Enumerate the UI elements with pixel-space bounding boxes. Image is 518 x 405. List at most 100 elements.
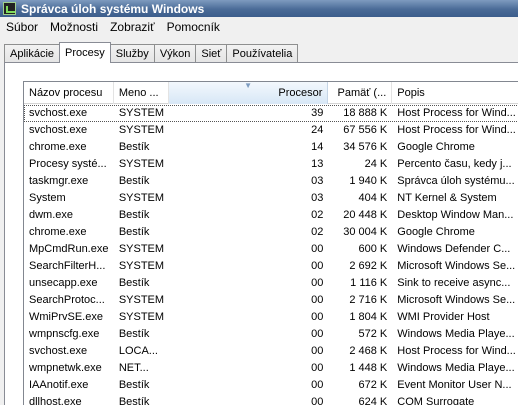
- process-name-cell: IAAnotif.exe: [29, 379, 89, 391]
- process-user-cell: SYSTEM: [118, 124, 165, 136]
- tab-users[interactable]: Používatelia: [226, 44, 299, 63]
- process-cpu-cell: 24: [311, 124, 324, 136]
- process-cpu-cell: 00: [311, 379, 324, 391]
- process-memory-cell: 1 448 K: [349, 362, 388, 374]
- process-name-cell: dwm.exe: [29, 209, 74, 221]
- process-row[interactable]: svchost.exe LOCA... 00 2 468 K Host Process …: [24, 343, 518, 360]
- process-description-cell: Event Monitor User N...: [397, 379, 512, 391]
- process-user-cell: LOCA...: [118, 345, 158, 357]
- process-name-cell: SearchFilterH...: [29, 260, 106, 272]
- process-memory-cell: 67 556 K: [343, 124, 388, 136]
- process-name-cell: MpCmdRun.exe: [29, 243, 109, 255]
- process-user-cell: Bestík: [118, 328, 150, 340]
- process-row[interactable]: dwm.exe Bestík 02 20 448 K Desktop Window Ma…: [24, 207, 518, 224]
- tab-strip: Aplikácie Procesy Služby Výkon Sieť Použ…: [4, 42, 514, 63]
- process-row[interactable]: wmpnscfg.exe Bestík 00 572 K Windows Media P…: [24, 326, 518, 343]
- menu-help[interactable]: Pomocník: [161, 17, 226, 37]
- process-name-cell: Procesy systé...: [29, 158, 107, 170]
- tab-performance[interactable]: Výkon: [153, 44, 197, 63]
- process-row[interactable]: IAAnotif.exe Bestík 00 672 K Event Monitor U…: [24, 377, 518, 394]
- process-row[interactable]: SearchProtoc... SYSTEM 00 2 716 K Microsoft …: [24, 292, 518, 309]
- process-memory-cell: 24 K: [364, 158, 388, 170]
- process-description-cell: Desktop Window Man...: [397, 209, 514, 221]
- process-row[interactable]: SearchFilterH... SYSTEM 00 2 692 K Microsoft…: [24, 258, 518, 275]
- process-description-cell: NT Kernel & System: [397, 192, 497, 204]
- process-name-cell: SearchProtoc...: [29, 294, 105, 306]
- window-title: Správca úloh systému Windows: [21, 1, 205, 16]
- process-description-cell: Sink to receive async...: [397, 277, 511, 289]
- column-header-user[interactable]: Meno ...: [114, 82, 169, 104]
- process-cpu-cell: 14: [311, 141, 324, 153]
- menu-bar: Súbor Možnosti Zobraziť Pomocník: [0, 17, 518, 37]
- process-name-cell: svchost.exe: [29, 124, 88, 136]
- column-header-description[interactable]: Popis: [392, 82, 518, 104]
- sort-descending-icon: ▼: [244, 82, 253, 90]
- process-description-cell: Host Process for Wind...: [397, 124, 516, 136]
- process-cpu-cell: 00: [311, 328, 324, 340]
- process-row[interactable]: chrome.exe Bestík 02 30 004 K Google Chrome: [24, 224, 518, 241]
- menu-options[interactable]: Možnosti: [44, 17, 104, 37]
- process-row[interactable]: dllhost.exe Bestík 00 624 K COM Surrogate: [24, 394, 518, 405]
- process-rows: svchost.exe SYSTEM 39 18 888 K Host Process …: [24, 105, 518, 405]
- process-memory-cell: 2 716 K: [349, 294, 388, 306]
- process-cpu-cell: 00: [311, 260, 324, 272]
- process-memory-cell: 34 576 K: [343, 141, 388, 153]
- process-description-cell: Microsoft Windows Se...: [397, 294, 516, 306]
- process-cpu-cell: 02: [311, 209, 324, 221]
- process-cpu-cell: 02: [311, 226, 324, 238]
- process-user-cell: SYSTEM: [118, 260, 165, 272]
- process-row[interactable]: svchost.exe SYSTEM 39 18 888 K Host Process …: [24, 105, 518, 122]
- process-name-cell: chrome.exe: [29, 141, 87, 153]
- task-manager-icon: [3, 2, 16, 15]
- process-name-cell: svchost.exe: [29, 345, 88, 357]
- process-row[interactable]: MpCmdRun.exe SYSTEM 00 600 K Windows Defende…: [24, 241, 518, 258]
- process-description-cell: Microsoft Windows Se...: [397, 260, 516, 272]
- process-description-cell: Google Chrome: [397, 141, 475, 153]
- process-row[interactable]: System SYSTEM 03 404 K NT Kernel & System: [24, 190, 518, 207]
- title-bar: Správca úloh systému Windows: [0, 0, 518, 17]
- process-description-cell: Windows Media Playe...: [397, 328, 515, 340]
- process-row[interactable]: chrome.exe Bestík 14 34 576 K Google Chrome: [24, 139, 518, 156]
- process-memory-cell: 404 K: [358, 192, 388, 204]
- process-row[interactable]: taskmgr.exe Bestík 03 1 940 K Správca úloh s…: [24, 173, 518, 190]
- process-user-cell: SYSTEM: [113, 105, 169, 122]
- process-memory-cell: 1 116 K: [350, 277, 388, 289]
- process-row[interactable]: Procesy systé... SYSTEM 13 24 K Percento čas…: [24, 156, 518, 173]
- tab-services[interactable]: Služby: [109, 44, 155, 63]
- processes-panel: Názov procesu Meno ... ▼ Procesor Pamäť …: [4, 62, 518, 405]
- process-cpu-cell: 00: [311, 277, 324, 289]
- tab-applications[interactable]: Aplikácie: [4, 44, 61, 63]
- tab-networking[interactable]: Sieť: [195, 44, 228, 63]
- process-list[interactable]: Názov procesu Meno ... ▼ Procesor Pamäť …: [23, 81, 518, 405]
- process-cpu-cell: 00: [311, 243, 324, 255]
- process-name-cell: chrome.exe: [29, 226, 87, 238]
- menu-file[interactable]: Súbor: [0, 17, 44, 37]
- column-header-cpu[interactable]: ▼ Procesor: [168, 82, 329, 104]
- process-row[interactable]: wmpnetwk.exe NET... 00 1 448 K Windows Media…: [24, 360, 518, 377]
- process-row[interactable]: unsecapp.exe Bestík 00 1 116 K Sink to recei…: [24, 275, 518, 292]
- process-memory-cell: 18 888 K: [328, 105, 393, 122]
- process-description-cell: Windows Media Playe...: [397, 362, 515, 374]
- process-user-cell: SYSTEM: [118, 158, 165, 170]
- process-user-cell: Bestík: [118, 141, 150, 153]
- process-row[interactable]: svchost.exe SYSTEM 24 67 556 K Host Process …: [24, 122, 518, 139]
- process-cpu-cell: 03: [311, 175, 324, 187]
- process-row[interactable]: WmiPrvSE.exe SYSTEM 00 1 804 K WMI Provider …: [24, 309, 518, 326]
- process-name-cell: WmiPrvSE.exe: [29, 311, 103, 323]
- column-header-row: Názov procesu Meno ... ▼ Procesor Pamäť …: [24, 82, 518, 104]
- column-header-memory[interactable]: Pamäť (...: [328, 82, 393, 104]
- tab-processes[interactable]: Procesy: [59, 42, 111, 63]
- process-description-cell: WMI Provider Host: [397, 311, 490, 323]
- process-user-cell: SYSTEM: [118, 311, 165, 323]
- column-header-name[interactable]: Názov procesu: [24, 82, 114, 104]
- process-user-cell: Bestík: [118, 209, 150, 221]
- process-memory-cell: 600 K: [358, 243, 388, 255]
- process-cpu-cell: 00: [311, 362, 324, 374]
- process-user-cell: Bestík: [118, 175, 150, 187]
- process-description-cell: Host Process for Wind...: [397, 345, 516, 357]
- menu-view[interactable]: Zobraziť: [104, 17, 161, 37]
- process-cpu-cell: 00: [311, 294, 324, 306]
- process-memory-cell: 2 468 K: [349, 345, 388, 357]
- process-memory-cell: 572 K: [358, 328, 388, 340]
- process-description-cell: Host Process for Wind...: [392, 105, 518, 122]
